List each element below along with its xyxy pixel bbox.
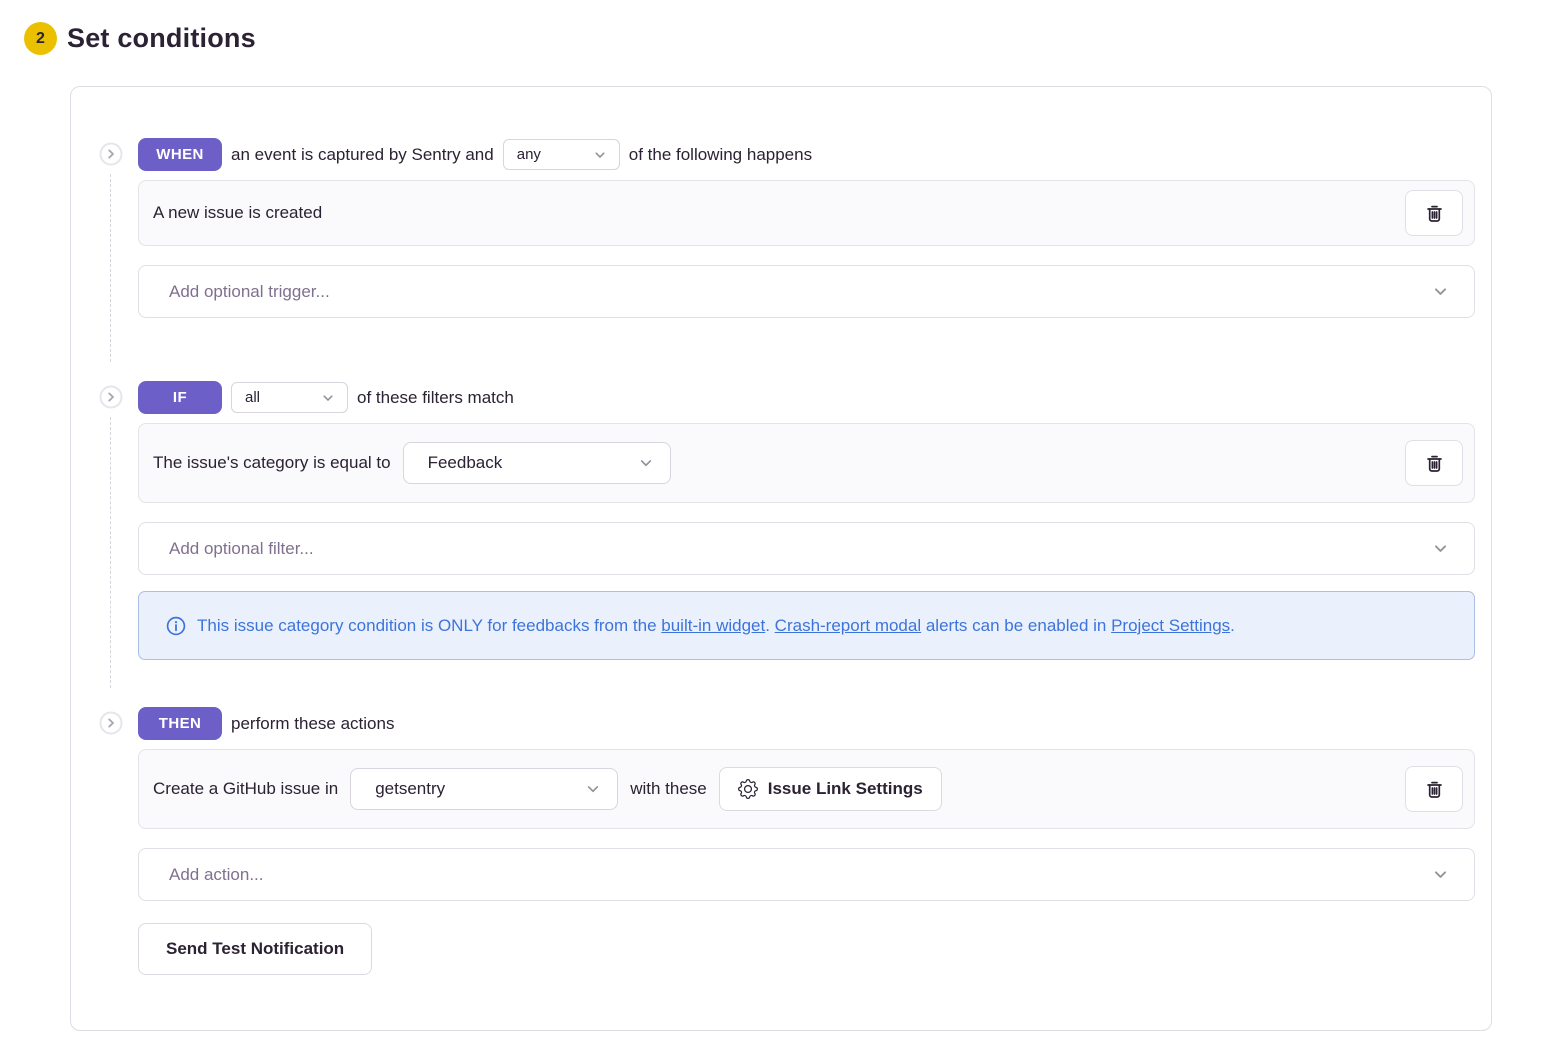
- action-rule-text: Create a GitHub issue in: [153, 779, 338, 799]
- step-number-badge: 2: [24, 22, 57, 55]
- send-test-notification-button[interactable]: Send Test Notification: [138, 923, 372, 975]
- if-gutter: [99, 381, 123, 660]
- chevron-down-icon: [585, 781, 601, 797]
- when-text-after: of the following happens: [629, 145, 812, 165]
- chevron-down-icon: [1432, 283, 1449, 300]
- trash-icon: [1425, 203, 1444, 224]
- chevron-down-icon: [321, 391, 335, 405]
- issue-link-settings-label: Issue Link Settings: [768, 779, 923, 799]
- gear-icon: [738, 779, 758, 799]
- step-connector-line: [110, 417, 111, 688]
- notice-text: This issue category condition is ONLY fo…: [197, 611, 1235, 640]
- page-title: Set conditions: [67, 23, 256, 54]
- issue-category-select[interactable]: Feedback: [403, 442, 671, 484]
- then-action-row: Create a GitHub issue in getsentry with …: [138, 749, 1475, 829]
- when-step: WHEN an event is captured by Sentry and …: [99, 138, 1475, 334]
- delete-trigger-button[interactable]: [1405, 190, 1463, 236]
- if-badge: IF: [138, 381, 222, 414]
- then-badge: THEN: [138, 707, 222, 740]
- add-trigger-placeholder: Add optional trigger...: [169, 282, 330, 302]
- built-in-widget-link[interactable]: built-in widget: [661, 616, 765, 635]
- feedback-notice-alert: This issue category condition is ONLY fo…: [138, 591, 1475, 660]
- info-icon: [166, 616, 186, 636]
- then-gutter: [99, 707, 123, 975]
- issue-link-settings-button[interactable]: Issue Link Settings: [719, 767, 942, 811]
- page-header: 2 Set conditions: [24, 22, 1560, 55]
- github-repo-select-value: getsentry: [375, 779, 445, 799]
- conditions-card: WHEN an event is captured by Sentry and …: [70, 86, 1492, 1031]
- when-match-select[interactable]: any: [503, 139, 620, 170]
- when-gutter: [99, 138, 123, 334]
- when-rule-row: A new issue is created: [138, 180, 1475, 246]
- if-match-select-value: all: [245, 389, 260, 406]
- delete-filter-button[interactable]: [1405, 440, 1463, 486]
- step-connector-line: [110, 174, 111, 362]
- add-filter-placeholder: Add optional filter...: [169, 539, 314, 559]
- if-text-after: of these filters match: [357, 388, 514, 408]
- notice-segment: .: [765, 616, 774, 635]
- chevron-down-icon: [593, 148, 607, 162]
- chevron-right-circle-icon[interactable]: [99, 142, 123, 166]
- chevron-right-circle-icon[interactable]: [99, 385, 123, 409]
- chevron-down-icon: [1432, 866, 1449, 883]
- add-optional-trigger-dropdown[interactable]: Add optional trigger...: [138, 265, 1475, 318]
- set-conditions-page: 2 Set conditions WHEN an event is captur…: [0, 0, 1560, 1031]
- add-optional-filter-dropdown[interactable]: Add optional filter...: [138, 522, 1475, 575]
- delete-action-button[interactable]: [1405, 766, 1463, 812]
- trash-icon: [1425, 779, 1444, 800]
- crash-report-modal-link[interactable]: Crash-report modal: [775, 616, 921, 635]
- notice-segment: This issue category condition is ONLY fo…: [197, 616, 661, 635]
- project-settings-link[interactable]: Project Settings: [1111, 616, 1230, 635]
- when-rule-text: A new issue is created: [153, 203, 322, 223]
- notice-segment: .: [1230, 616, 1235, 635]
- add-action-dropdown[interactable]: Add action...: [138, 848, 1475, 901]
- trash-icon: [1425, 453, 1444, 474]
- when-badge: WHEN: [138, 138, 222, 171]
- then-text-after: perform these actions: [231, 714, 394, 734]
- issue-category-select-value: Feedback: [428, 453, 503, 473]
- if-label-row: IF all of these filters match: [138, 381, 1475, 414]
- if-step: IF all of these filters match The issue'…: [99, 381, 1475, 660]
- chevron-down-icon: [1432, 540, 1449, 557]
- when-text-before: an event is captured by Sentry and: [231, 145, 494, 165]
- add-action-placeholder: Add action...: [169, 865, 264, 885]
- if-match-select[interactable]: all: [231, 382, 348, 413]
- github-repo-select[interactable]: getsentry: [350, 768, 618, 810]
- then-step: THEN perform these actions Create a GitH…: [99, 707, 1475, 975]
- when-match-select-value: any: [517, 146, 541, 163]
- action-rule-middle-text: with these: [630, 779, 707, 799]
- then-label-row: THEN perform these actions: [138, 707, 1475, 740]
- notice-segment: alerts can be enabled in: [921, 616, 1111, 635]
- chevron-down-icon: [638, 455, 654, 471]
- when-label-row: WHEN an event is captured by Sentry and …: [138, 138, 1475, 171]
- chevron-right-circle-icon[interactable]: [99, 711, 123, 735]
- filter-rule-text: The issue's category is equal to: [153, 453, 391, 473]
- if-filter-row: The issue's category is equal to Feedbac…: [138, 423, 1475, 503]
